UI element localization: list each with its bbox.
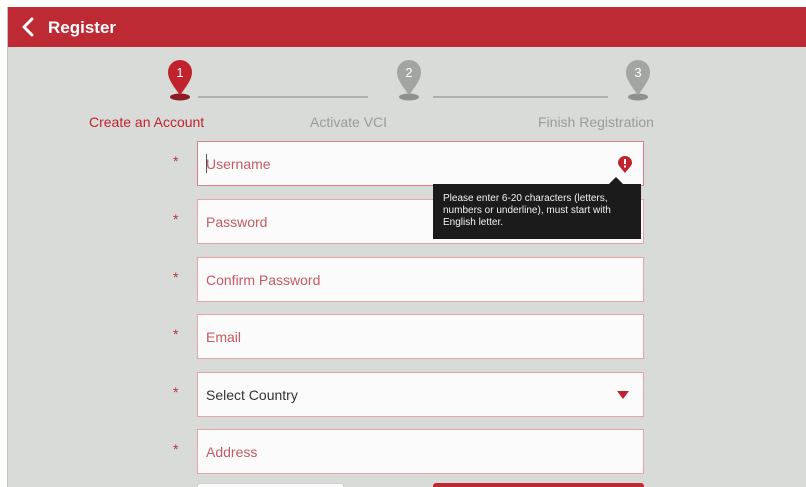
error-icon[interactable]	[617, 156, 633, 174]
back-button[interactable]	[18, 16, 40, 38]
secondary-button[interactable]	[197, 483, 344, 487]
step-1-label: Create an Account	[89, 114, 205, 130]
step-3-number: 3	[634, 65, 641, 80]
step-2-number: 2	[405, 65, 412, 80]
register-screen: Register 1 Create an Account 2 Activate …	[7, 7, 806, 487]
required-mark: *	[173, 326, 179, 342]
primary-button[interactable]	[433, 483, 644, 487]
step-3-label: Finish Registration	[538, 114, 654, 130]
country-selected-value: Select Country	[206, 387, 298, 403]
registration-stepper: 1 Create an Account 2 Activate VCI 3 Fin…	[8, 59, 806, 139]
step-1-pin-icon: 1	[165, 59, 195, 101]
address-placeholder: Address	[206, 444, 258, 460]
username-placeholder: Username	[206, 156, 271, 172]
dropdown-arrow-icon[interactable]	[617, 391, 629, 399]
username-field[interactable]: Username	[197, 141, 644, 186]
email-placeholder: Email	[206, 329, 242, 345]
password-placeholder: Password	[206, 214, 268, 230]
confirm-password-field[interactable]: Confirm Password	[197, 257, 644, 302]
address-field[interactable]: Address	[197, 429, 644, 474]
step-3-pin-icon: 3	[623, 59, 653, 101]
confirm-password-placeholder: Confirm Password	[206, 272, 321, 288]
required-mark: *	[173, 211, 179, 227]
step-connector-1-2	[198, 96, 368, 98]
required-mark: *	[173, 269, 179, 285]
required-mark: *	[173, 441, 179, 457]
country-select[interactable]: Select Country	[197, 372, 644, 417]
chevron-left-icon	[22, 17, 34, 37]
top-app-bar: Register	[8, 7, 806, 47]
page-title: Register	[48, 18, 117, 37]
step-2-pin-icon: 2	[394, 59, 424, 101]
email-field[interactable]: Email	[197, 314, 644, 359]
step-2-label: Activate VCI	[310, 114, 388, 130]
username-error-tooltip: Please enter 6-20 characters (letters, n…	[433, 177, 641, 239]
required-mark: *	[173, 153, 179, 169]
step-connector-2-3	[433, 96, 608, 98]
required-mark: *	[173, 384, 179, 400]
step-1-number: 1	[176, 65, 183, 80]
